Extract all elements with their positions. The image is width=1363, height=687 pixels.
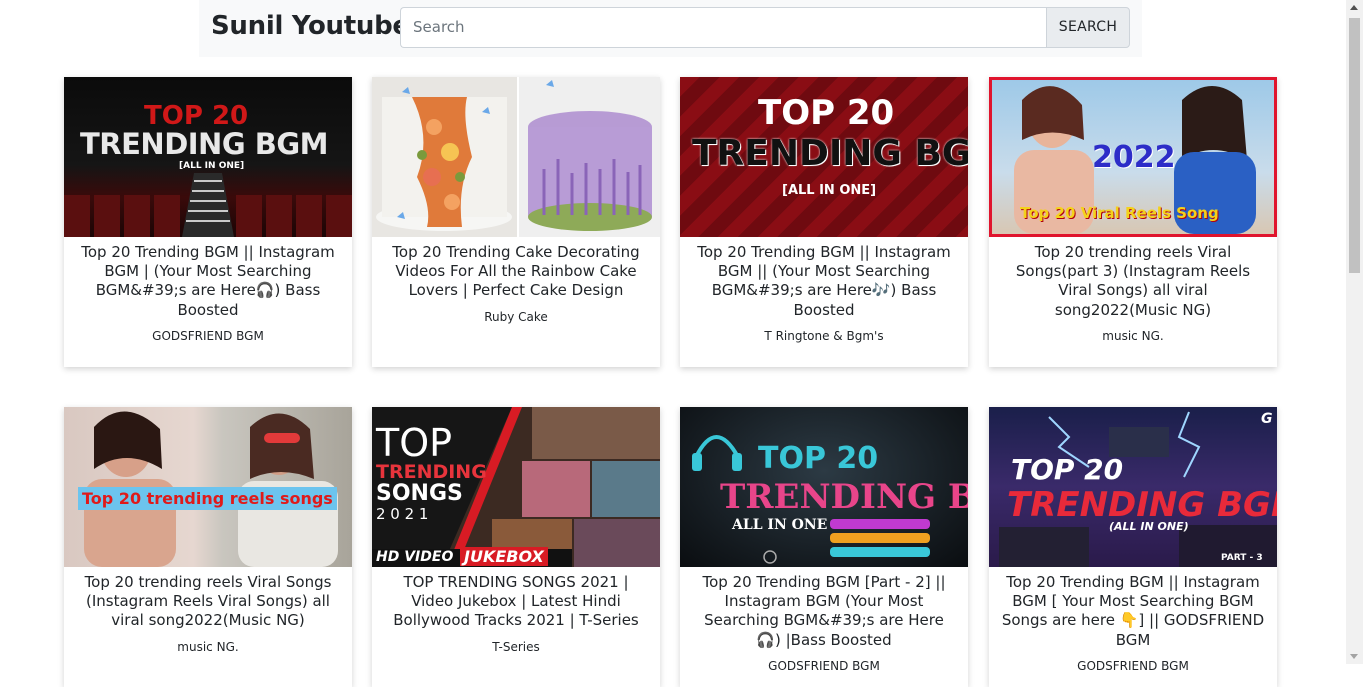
vertical-scrollbar[interactable] [1346,0,1363,664]
thumb-text: TRENDING BGM [692,133,968,174]
channel-name: music NG. [177,639,239,654]
video-card[interactable]: TOP 20 TRENDING BGM [ALL IN ONE] Top 20 … [64,77,352,367]
search-button[interactable]: SEARCH [1046,7,1130,48]
channel-name: T Ringtone & Bgm's [764,328,884,343]
video-title[interactable]: Top 20 Trending BGM [Part - 2] || Instag… [690,573,958,650]
video-card[interactable]: Top 20 Trending Cake Decorating Videos F… [372,77,660,367]
channel-name: T-Series [492,639,540,654]
brand-title[interactable]: Sunil Youtube [211,8,410,44]
thumb-text: (ALL IN ONE) [1109,520,1189,533]
thumb-text: JUKEBOX [460,547,548,566]
thumb-text: TRENDING BGM [720,477,968,517]
video-title[interactable]: Top 20 Trending BGM || Instagram BGM | (… [74,243,342,320]
thumb-text: ALL IN ONE [732,517,828,533]
video-card[interactable]: TOP 20 TRENDING BGM [ALL IN ONE] Top 20 … [680,77,968,367]
video-title[interactable]: Top 20 Trending BGM || Instagram BGM || … [690,243,958,320]
video-card[interactable]: Top 20 trending reels songs Top 20 trend… [64,407,352,687]
video-title[interactable]: Top 20 trending reels Viral Songs(part 3… [999,243,1267,320]
video-card[interactable]: TOP 20 TRENDING BGM (ALL IN ONE) PART - … [989,407,1277,687]
channel-name: GODSFRIEND BGM [1077,658,1189,673]
thumb-text: PART - 3 [1221,553,1263,563]
search-input[interactable] [400,7,1046,48]
video-thumbnail[interactable] [372,77,660,237]
thumb-text: HD VIDEO [376,549,454,565]
cake-image [372,77,660,237]
video-thumbnail[interactable]: TOP 20 TRENDING BGM ALL IN ONE [680,407,968,567]
thumb-text: 2 0 2 1 [376,505,429,523]
video-thumbnail[interactable]: 2022 Top 20 Viral Reels Song [989,77,1277,237]
video-thumbnail[interactable]: TOP TRENDING SONGS 2 0 2 1 HD VIDEO JUKE… [372,407,660,567]
thumb-text: TOP 20 [758,93,895,133]
channel-name: Ruby Cake [484,309,548,324]
video-title[interactable]: Top 20 Trending Cake Decorating Videos F… [382,243,650,301]
video-card[interactable]: 2022 Top 20 Viral Reels Song Top 20 tren… [989,77,1277,367]
video-title[interactable]: TOP TRENDING SONGS 2021 | Video Jukebox … [382,573,650,631]
thumb-text: G [1261,411,1273,427]
navbar: Sunil Youtube SEARCH [199,0,1142,57]
video-title[interactable]: Top 20 trending reels Viral Songs (Insta… [74,573,342,631]
thumb-text: TOP [376,421,453,465]
video-thumbnail[interactable]: TOP 20 TRENDING BGM [ALL IN ONE] [680,77,968,237]
video-thumbnail[interactable]: Top 20 trending reels songs [64,407,352,567]
video-title[interactable]: Top 20 Trending BGM || Instagram BGM [ Y… [999,573,1267,650]
video-card[interactable]: TOP TRENDING SONGS 2 0 2 1 HD VIDEO JUKE… [372,407,660,687]
thumb-text: TRENDING BGM [80,127,329,161]
channel-name: GODSFRIEND BGM [768,658,880,673]
thumb-text: Top 20 trending reels songs [78,487,337,510]
channel-name: music NG. [1102,328,1164,343]
thumb-text: [ALL IN ONE] [179,161,245,171]
scroll-up-arrow-icon[interactable] [1350,5,1358,10]
thumb-text: SONGS [376,481,463,506]
thumb-text: Top 20 Viral Reels Song [1020,204,1219,222]
video-thumbnail[interactable]: TOP 20 TRENDING BGM (ALL IN ONE) PART - … [989,407,1277,567]
thumb-text: [ALL IN ONE] [782,183,877,198]
thumb-text: TOP 20 [758,441,879,476]
thumb-text: TRENDING [376,461,487,483]
channel-name: GODSFRIEND BGM [152,328,264,343]
thumb-text: TOP 20 [1011,453,1124,486]
scrollbar-thumb[interactable] [1349,18,1360,273]
thumb-text: TRENDING BGM [1007,485,1277,525]
thumb-text: 2022 [1092,140,1176,175]
video-thumbnail[interactable]: TOP 20 TRENDING BGM [ALL IN ONE] [64,77,352,237]
video-card[interactable]: TOP 20 TRENDING BGM ALL IN ONE Top 20 Tr… [680,407,968,687]
scroll-down-arrow-icon[interactable] [1350,654,1358,659]
